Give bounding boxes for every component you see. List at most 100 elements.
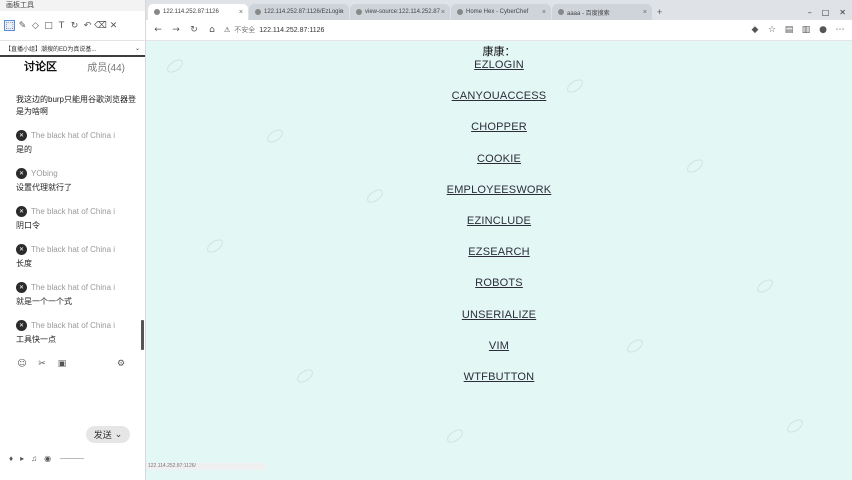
chevron-down-icon: ⌄ [114, 429, 123, 439]
music-icon[interactable]: ♫ [31, 454, 37, 463]
toolbar-actions: ◆ ☆ ▤ ▥ ● ⋯ [749, 24, 846, 36]
collections-icon[interactable]: ▤ [783, 24, 795, 36]
course-tab[interactable]: 【直播小组】潮搜的ED为真说基... [5, 44, 96, 53]
panel-bottom-bar: ♦ ▸ ♫ ◉ [0, 452, 142, 464]
scissors-icon[interactable]: ✂ [37, 359, 47, 369]
message-text: 长度 [16, 259, 32, 268]
challenge-link-unserialize[interactable]: UNSERIALIZE [146, 309, 852, 321]
close-icon[interactable]: × [239, 9, 243, 16]
message-sender[interactable]: ✕ The black hat of China i [0, 278, 142, 296]
message-sender[interactable]: ✕ YObing [0, 164, 142, 182]
reload-icon[interactable]: ↻ [188, 24, 200, 36]
profile-icon[interactable]: ● [817, 24, 829, 36]
text-tool-icon[interactable]: T [56, 20, 67, 31]
message-text: 就是一个一个式 [16, 297, 72, 306]
challenge-link-chopper[interactable]: CHOPPER [146, 121, 852, 133]
bookmark-icon[interactable]: ☆ [766, 24, 778, 36]
challenge-link-ezlogin[interactable]: EZLOGIN [146, 59, 852, 71]
message-text: 是的 [16, 145, 32, 154]
challenge-link-wtfbutton[interactable]: WTFBUTTON [146, 371, 852, 383]
message-text: 工具快一点 [16, 335, 56, 344]
location-icon[interactable]: ◉ [44, 454, 51, 463]
drawing-toolbar: ⬚ ✎ ◇ □ T ↻ ↶ ⌫ ✕ [0, 11, 145, 41]
course-tab-bar: 【直播小组】潮搜的ED为真说基... ⌄ [0, 41, 145, 57]
challenge-link-robots[interactable]: ROBOTS [146, 277, 852, 289]
close-icon[interactable]: ✕ [108, 20, 119, 31]
globe-icon [356, 9, 362, 15]
emoji-icon[interactable]: ☺ [17, 359, 27, 369]
close-icon[interactable]: × [643, 9, 647, 16]
challenge-link-vim[interactable]: VIM [146, 340, 852, 352]
discussion-title[interactable]: 讨论区 [24, 58, 57, 74]
browser-toolbar: ← → ↻ ⌂ ⚠ 不安全 122.114.252.87:1126 ◆ ☆ ▤ … [146, 20, 852, 41]
send-label: 发送 [93, 430, 112, 440]
message-sender[interactable]: ✕ The black hat of China i [0, 316, 142, 334]
panel-title: 画板工具 [0, 0, 145, 11]
avatar[interactable]: ✕ [16, 129, 27, 141]
challenge-link-canyouaccess[interactable]: CANYOUACCESS [146, 90, 852, 102]
close-icon[interactable]: × [340, 9, 344, 16]
challenge-link-employeeswork[interactable]: EMPLOYEESWORK [146, 184, 852, 196]
microphone-icon[interactable]: ♦ [9, 454, 13, 463]
chevron-down-icon[interactable]: ⌄ [135, 45, 140, 52]
scrollbar-thumb[interactable] [141, 320, 144, 350]
forward-icon[interactable]: → [170, 24, 182, 36]
message-sender[interactable]: ✕ The black hat of China i [0, 126, 142, 144]
globe-icon [255, 9, 261, 15]
settings-icon[interactable]: ⚙ [116, 359, 126, 369]
rectangle-tool-icon[interactable]: □ [43, 20, 54, 31]
message-sender[interactable]: ✕ The black hat of China i [0, 240, 142, 258]
avatar[interactable]: ✕ [16, 243, 27, 255]
maximize-icon[interactable]: □ [822, 8, 830, 17]
close-icon[interactable]: × [542, 9, 546, 16]
image-icon[interactable]: ▣ [57, 359, 67, 369]
avatar[interactable]: ✕ [16, 167, 27, 179]
tab-3[interactable]: view-source:122.114.252.87 × [350, 4, 450, 20]
back-icon[interactable]: ← [152, 24, 164, 36]
home-icon[interactable]: ⌂ [206, 24, 218, 36]
address-bar[interactable]: ⚠ 不安全 122.114.252.87:1126 [224, 25, 324, 35]
pen-tool-icon[interactable]: ✎ [17, 20, 28, 31]
warning-icon: ⚠ [224, 27, 231, 34]
sender-name: The black hat of China i [31, 320, 116, 330]
tab-label: 122.114.252.87:1126 [163, 9, 219, 15]
member-count[interactable]: 成员(44) [87, 59, 125, 74]
sender-name: The black hat of China i [31, 206, 116, 216]
clear-icon[interactable]: ⌫ [94, 20, 107, 31]
address-url[interactable]: 122.114.252.87:1126 [259, 27, 324, 34]
close-window-icon[interactable]: ✕ [839, 8, 846, 17]
sidebar-icon[interactable]: ▥ [800, 24, 812, 36]
sender-name: The black hat of China i [31, 130, 116, 140]
sender-name: The black hat of China i [31, 244, 116, 254]
page-content: 康康： EZLOGIN CANYOUACCESS CHOPPER COOKIE EMPL… [146, 41, 852, 463]
minimize-icon[interactable]: – [808, 8, 812, 17]
tab-5[interactable]: aaaa - 百度搜索 × [552, 4, 652, 20]
message-sender[interactable]: ✕ The black hat of China i [0, 202, 142, 220]
divider [60, 457, 85, 459]
browser-window: 122.114.252.87:1126 × 122.114.252.87:1126… [146, 0, 852, 480]
globe-icon [558, 9, 564, 15]
message-text: 设置代理就行了 [16, 183, 72, 192]
avatar[interactable]: ✕ [16, 281, 27, 293]
select-tool-icon[interactable]: ⬚ [4, 20, 15, 31]
challenge-link-ezinclude[interactable]: EZINCLUDE [146, 215, 852, 227]
tab-1[interactable]: 122.114.252.87:1126 × [148, 4, 248, 20]
shape-tool-icon[interactable]: ↻ [69, 20, 80, 31]
play-icon[interactable]: ▸ [20, 454, 24, 463]
window-controls: – □ ✕ [808, 4, 852, 20]
avatar[interactable]: ✕ [16, 319, 27, 331]
extension-icon[interactable]: ◆ [749, 24, 761, 36]
chat-panel: 画板工具 ⬚ ✎ ◇ □ T ↻ ↶ ⌫ ✕ 【直播小组】潮搜的ED为真说基..… [0, 0, 146, 480]
tab-4[interactable]: Home Hex - CyberChef × [451, 4, 551, 20]
new-tab-icon[interactable]: + [653, 4, 666, 20]
challenge-link-ezsearch[interactable]: EZSEARCH [146, 246, 852, 258]
message-list[interactable]: 我这边的burp只能用谷歌浏览器登是为啥啊 ✕ The black hat of C… [0, 94, 142, 354]
challenge-link-cookie[interactable]: COOKIE [146, 153, 852, 165]
avatar[interactable]: ✕ [16, 205, 27, 217]
close-icon[interactable]: × [441, 9, 445, 16]
tab-2[interactable]: 122.114.252.87:1126/EzLogin × [249, 4, 349, 20]
undo-icon[interactable]: ↶ [82, 20, 93, 31]
eraser-tool-icon[interactable]: ◇ [30, 20, 41, 31]
menu-icon[interactable]: ⋯ [834, 24, 846, 36]
send-button[interactable]: 发送 ⌄ [86, 426, 130, 443]
